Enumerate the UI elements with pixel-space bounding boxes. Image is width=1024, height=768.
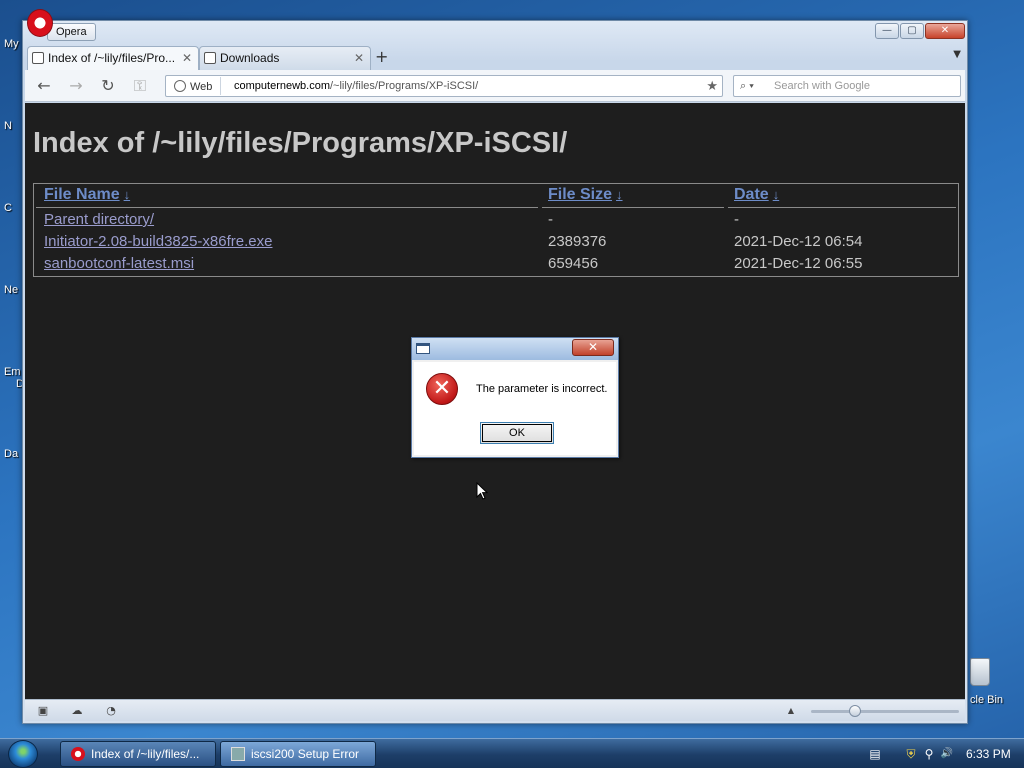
search-icon[interactable]: ⌕ ▾ [740, 76, 754, 96]
address-badge-label: Web [190, 81, 213, 93]
column-header-file-name[interactable]: File Name ↓ [44, 186, 130, 204]
scroll-up-icon[interactable]: ▲ [783, 704, 799, 717]
error-message: The parameter is incorrect. [476, 383, 608, 395]
page-title: Index of /~lily/files/Programs/XP-iSCSI/ [33, 127, 568, 159]
file-link[interactable]: Parent directory/ [44, 211, 154, 228]
search-field[interactable]: ⌕ ▾ Search with Google [733, 75, 961, 97]
column-header-label: File Name [44, 186, 120, 203]
back-button[interactable]: ← [33, 76, 55, 96]
zoom-slider[interactable] [811, 705, 959, 717]
security-shield-icon[interactable]: ⛨ [904, 747, 918, 761]
table-row: Parent directory/ - - [34, 211, 958, 233]
file-link[interactable]: Initiator-2.08-build3825-x86fre.exe [44, 233, 272, 250]
error-icon: ✕ [426, 373, 458, 405]
url-path: /~lily/files/Programs/XP-iSCSI/ [330, 80, 479, 92]
taskbar-item-setup-error[interactable]: iscsi200 Setup Error [220, 741, 376, 767]
desktop-icon-label-4[interactable]: Ne [4, 284, 18, 296]
taskbar-item-label: iscsi200 Setup Error [251, 747, 360, 761]
search-placeholder: Search with Google [774, 80, 870, 92]
window-controls: — ▢ ✕ [875, 23, 965, 39]
recycle-bin[interactable]: cle Bin [966, 656, 1024, 712]
downloads-icon [204, 52, 216, 64]
clock[interactable]: 6:33 PM [966, 739, 1011, 768]
ok-button[interactable]: OK [480, 422, 554, 444]
file-date: - [734, 211, 739, 228]
file-size: 2389376 [548, 233, 607, 250]
table-row: sanbootconf-latest.msi 659456 2021-Dec-1… [34, 255, 958, 277]
page-icon [32, 52, 44, 64]
url-text[interactable]: computernewb.com/~lily/files/Programs/XP… [234, 76, 478, 96]
tab-close-icon[interactable]: ✕ [182, 47, 192, 69]
desktop-icon-label-7[interactable]: Da [4, 448, 18, 460]
header-divider [542, 207, 724, 208]
url-host: computernewb.com [234, 80, 330, 92]
opera-menu-label: Opera [47, 23, 96, 41]
column-header-file-size[interactable]: File Size ↓ [548, 186, 623, 204]
recycle-bin-label: cle Bin [970, 694, 1004, 706]
header-divider [728, 207, 956, 208]
dialog-body: ✕ The parameter is incorrect. OK [414, 362, 616, 455]
sort-arrow-icon: ↓ [772, 187, 780, 202]
file-link[interactable]: sanbootconf-latest.msi [44, 255, 194, 272]
taskbar-item-browser[interactable]: Index of /~lily/files/... [60, 741, 216, 767]
tab-title: Downloads [220, 51, 280, 65]
header-divider [36, 207, 538, 208]
column-header-date[interactable]: Date ↓ [734, 186, 779, 204]
taskbar-item-label: Index of /~lily/files/... [91, 747, 200, 761]
sort-arrow-icon: ↓ [123, 187, 131, 202]
status-bar: ▣ ☁ ◔ ▲ [25, 699, 965, 721]
turbo-speed-icon[interactable]: ◔ [103, 704, 119, 717]
table-row: Initiator-2.08-build3825-x86fre.exe 2389… [34, 233, 958, 255]
input-language-icon[interactable]: ▤ [868, 747, 882, 761]
start-button[interactable] [8, 740, 38, 768]
dialog-close-button[interactable]: ✕ [572, 339, 614, 356]
opera-logo-icon [27, 9, 53, 37]
forward-button[interactable]: → [65, 76, 87, 96]
mouse-cursor-icon [476, 482, 488, 500]
panel-toggle-icon[interactable]: ▣ [35, 704, 51, 717]
opera-menu-button[interactable]: Opera [25, 9, 96, 41]
sort-arrow-icon: ↓ [616, 187, 623, 202]
file-listing-table: File Name ↓ File Size ↓ Date ↓ Parent direc… [33, 183, 959, 277]
minimize-button[interactable]: — [875, 23, 899, 39]
address-bar[interactable]: Web computernewb.com/~lily/files/Program… [165, 75, 723, 97]
zoom-slider-thumb[interactable] [849, 705, 862, 717]
address-badge[interactable]: Web [168, 77, 222, 95]
desktop-icon-label-5[interactable]: Em [4, 366, 21, 378]
file-size: 659456 [548, 255, 599, 272]
dialog-titlebar[interactable]: ✕ [412, 338, 618, 360]
file-date: 2021-Dec-12 06:54 [734, 233, 863, 250]
bookmark-star-icon[interactable]: ★ [706, 76, 718, 96]
desktop-icon-label-2[interactable]: N [4, 120, 12, 132]
tab-menu-icon[interactable]: ▼ [953, 49, 961, 60]
desktop-icon-label-1[interactable]: My [4, 38, 19, 50]
key-icon[interactable]: ⚿ [129, 76, 151, 96]
globe-icon [174, 80, 186, 92]
tab-bar: Index of /~lily/files/Pro... ✕ Downloads… [25, 46, 965, 70]
tab-downloads[interactable]: Downloads ✕ [199, 46, 371, 70]
volume-icon[interactable]: 🔊 [940, 747, 954, 761]
opera-unite-cloud-icon[interactable]: ☁ [69, 704, 85, 717]
recycle-bin-icon [970, 658, 990, 686]
opera-icon [71, 747, 85, 761]
error-dialog: ✕ ✕ The parameter is incorrect. OK [411, 337, 619, 458]
new-tab-button[interactable]: + [375, 47, 388, 66]
navigation-toolbar: ← → ↻ ⚿ Web computernewb.com/~lily/files… [25, 70, 965, 102]
file-size: - [548, 211, 553, 228]
close-button[interactable]: ✕ [925, 23, 965, 39]
setup-icon [231, 747, 245, 761]
tab-title: Index of /~lily/files/Pro... [48, 51, 176, 65]
desktop-icon-label-3[interactable]: C [4, 202, 12, 214]
window-app-icon [416, 343, 430, 354]
column-header-label: Date [734, 186, 769, 203]
reload-button[interactable]: ↻ [97, 76, 119, 96]
maximize-button[interactable]: ▢ [900, 23, 924, 39]
tab-close-icon[interactable]: ✕ [354, 47, 364, 69]
file-date: 2021-Dec-12 06:55 [734, 255, 863, 272]
taskbar: Index of /~lily/files/... iscsi200 Setup… [0, 738, 1024, 768]
column-header-label: File Size [548, 186, 613, 203]
network-icon[interactable]: ⚲ [922, 747, 936, 761]
tab-index[interactable]: Index of /~lily/files/Pro... ✕ [27, 46, 199, 70]
